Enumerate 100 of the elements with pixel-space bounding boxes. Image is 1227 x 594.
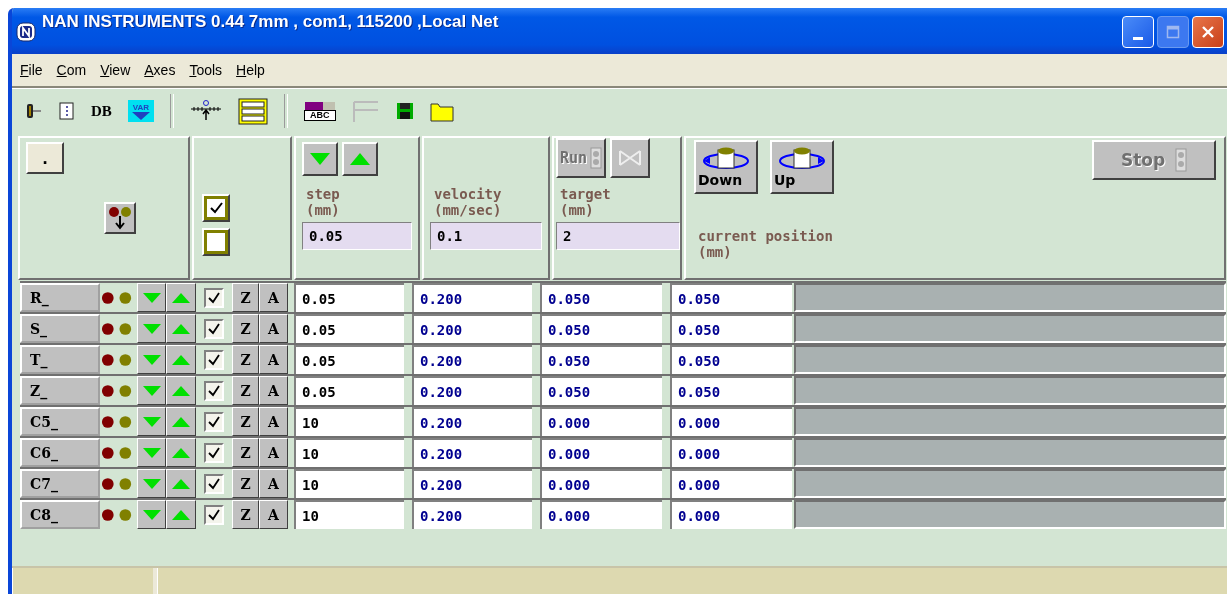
- up-button[interactable]: [166, 376, 196, 405]
- up-button[interactable]: [166, 345, 196, 374]
- zero-button[interactable]: Z: [232, 314, 259, 343]
- menu-item[interactable]: File: [20, 62, 43, 78]
- menu-item[interactable]: Com: [56, 62, 87, 78]
- target-field[interactable]: 0.050: [540, 345, 662, 374]
- list-button[interactable]: [237, 97, 268, 125]
- absolute-button[interactable]: A: [259, 469, 288, 498]
- axis-name-button[interactable]: C6_: [20, 438, 100, 467]
- axis-name-button[interactable]: S_: [20, 314, 100, 343]
- menu-item[interactable]: View: [100, 62, 131, 78]
- step-field[interactable]: 10: [294, 438, 404, 467]
- velocity-field[interactable]: 0.200: [412, 438, 532, 467]
- checkbox[interactable]: [204, 349, 224, 370]
- minimize-button[interactable]: [1122, 16, 1154, 48]
- velocity-field[interactable]: 0.200: [412, 345, 532, 374]
- absolute-button[interactable]: A: [259, 283, 288, 312]
- zero-button[interactable]: Z: [232, 407, 259, 436]
- folder-button[interactable]: [429, 100, 454, 122]
- absolute-button[interactable]: A: [259, 438, 288, 467]
- down-button[interactable]: [137, 314, 166, 343]
- input-field[interactable]: 2: [556, 222, 680, 250]
- down-button[interactable]: [137, 500, 166, 529]
- axis-button[interactable]: [189, 100, 222, 122]
- step-down-button[interactable]: [302, 142, 338, 176]
- cancel-button[interactable]: [610, 138, 651, 178]
- menu-item[interactable]: Help: [236, 62, 265, 78]
- target-field[interactable]: 0.000: [540, 407, 662, 436]
- input-field[interactable]: 0.05: [302, 222, 412, 250]
- step-up-button[interactable]: [342, 142, 378, 176]
- velocity-field[interactable]: 0.200: [412, 407, 532, 436]
- step-field[interactable]: 0.05: [294, 376, 404, 405]
- zero-button[interactable]: Z: [232, 283, 259, 312]
- plug-button[interactable]: [24, 101, 42, 121]
- target-field[interactable]: 0.000: [540, 500, 662, 529]
- target-field[interactable]: 0.050: [540, 314, 662, 343]
- check-icon: [207, 233, 225, 251]
- input-field[interactable]: 0.1: [430, 222, 542, 250]
- checkbox[interactable]: [204, 318, 224, 339]
- velocity-field[interactable]: 0.200: [412, 376, 532, 405]
- unit-label: (mm): [560, 202, 595, 218]
- lights-button[interactable]: [104, 202, 136, 234]
- target-field[interactable]: 0.000: [540, 469, 662, 498]
- down-button[interactable]: [137, 438, 166, 467]
- down-button[interactable]: [137, 469, 166, 498]
- axis-name-button[interactable]: Z_: [20, 376, 100, 405]
- up-button[interactable]: [166, 407, 196, 436]
- absolute-button[interactable]: A: [259, 376, 288, 405]
- step-field[interactable]: 0.05: [294, 314, 404, 343]
- menu-item[interactable]: Axes: [144, 62, 176, 78]
- absolute-button[interactable]: A: [259, 345, 288, 374]
- up-button[interactable]: [166, 469, 196, 498]
- axis-name-button[interactable]: C8_: [20, 500, 100, 529]
- down-button[interactable]: [137, 407, 166, 436]
- step-field[interactable]: 0.05: [294, 345, 404, 374]
- dot-button[interactable]: .: [26, 142, 64, 174]
- axis-name-button[interactable]: R_: [20, 283, 100, 312]
- var-button[interactable]: VAR: [127, 100, 154, 122]
- checkbox[interactable]: [204, 442, 224, 463]
- down-button[interactable]: Down: [694, 140, 758, 194]
- axis-name-button[interactable]: T_: [20, 345, 100, 374]
- zero-button[interactable]: Z: [232, 376, 259, 405]
- velocity-field[interactable]: 0.200: [412, 283, 532, 312]
- up-button[interactable]: [166, 283, 196, 312]
- axis-name-button[interactable]: C7_: [20, 469, 100, 498]
- checkbox[interactable]: [204, 473, 224, 494]
- checkbox[interactable]: [204, 380, 224, 401]
- velocity-field[interactable]: 0.200: [412, 314, 532, 343]
- absolute-button[interactable]: A: [259, 500, 288, 529]
- checkbox[interactable]: [204, 411, 224, 432]
- step-field[interactable]: 0.05: [294, 283, 404, 312]
- zero-button[interactable]: Z: [232, 469, 259, 498]
- velocity-field[interactable]: 0.200: [412, 500, 532, 529]
- zero-button[interactable]: Z: [232, 345, 259, 374]
- step-field[interactable]: 10: [294, 469, 404, 498]
- up-button[interactable]: [166, 438, 196, 467]
- zero-button[interactable]: Z: [232, 500, 259, 529]
- target-field[interactable]: 0.050: [540, 376, 662, 405]
- page-button[interactable]: [58, 101, 75, 121]
- axis-name-button[interactable]: C5_: [20, 407, 100, 436]
- absolute-button[interactable]: A: [259, 407, 288, 436]
- absolute-button[interactable]: A: [259, 314, 288, 343]
- db-button[interactable]: DB: [91, 102, 112, 120]
- down-button[interactable]: [137, 283, 166, 312]
- down-button[interactable]: [137, 345, 166, 374]
- up-button[interactable]: Up: [770, 140, 834, 194]
- down-button[interactable]: [137, 376, 166, 405]
- up-button[interactable]: [166, 314, 196, 343]
- step-field[interactable]: 10: [294, 407, 404, 436]
- up-button[interactable]: [166, 500, 196, 529]
- checkbox[interactable]: [204, 504, 224, 525]
- zero-button[interactable]: Z: [232, 438, 259, 467]
- target-field[interactable]: 0.050: [540, 283, 662, 312]
- velocity-field[interactable]: 0.200: [412, 469, 532, 498]
- target-field[interactable]: 0.000: [540, 438, 662, 467]
- menu-item[interactable]: Tools: [189, 62, 223, 78]
- close-button[interactable]: [1192, 16, 1224, 48]
- save-button[interactable]: [395, 102, 414, 120]
- checkbox[interactable]: [204, 287, 224, 308]
- step-field[interactable]: 10: [294, 500, 404, 529]
